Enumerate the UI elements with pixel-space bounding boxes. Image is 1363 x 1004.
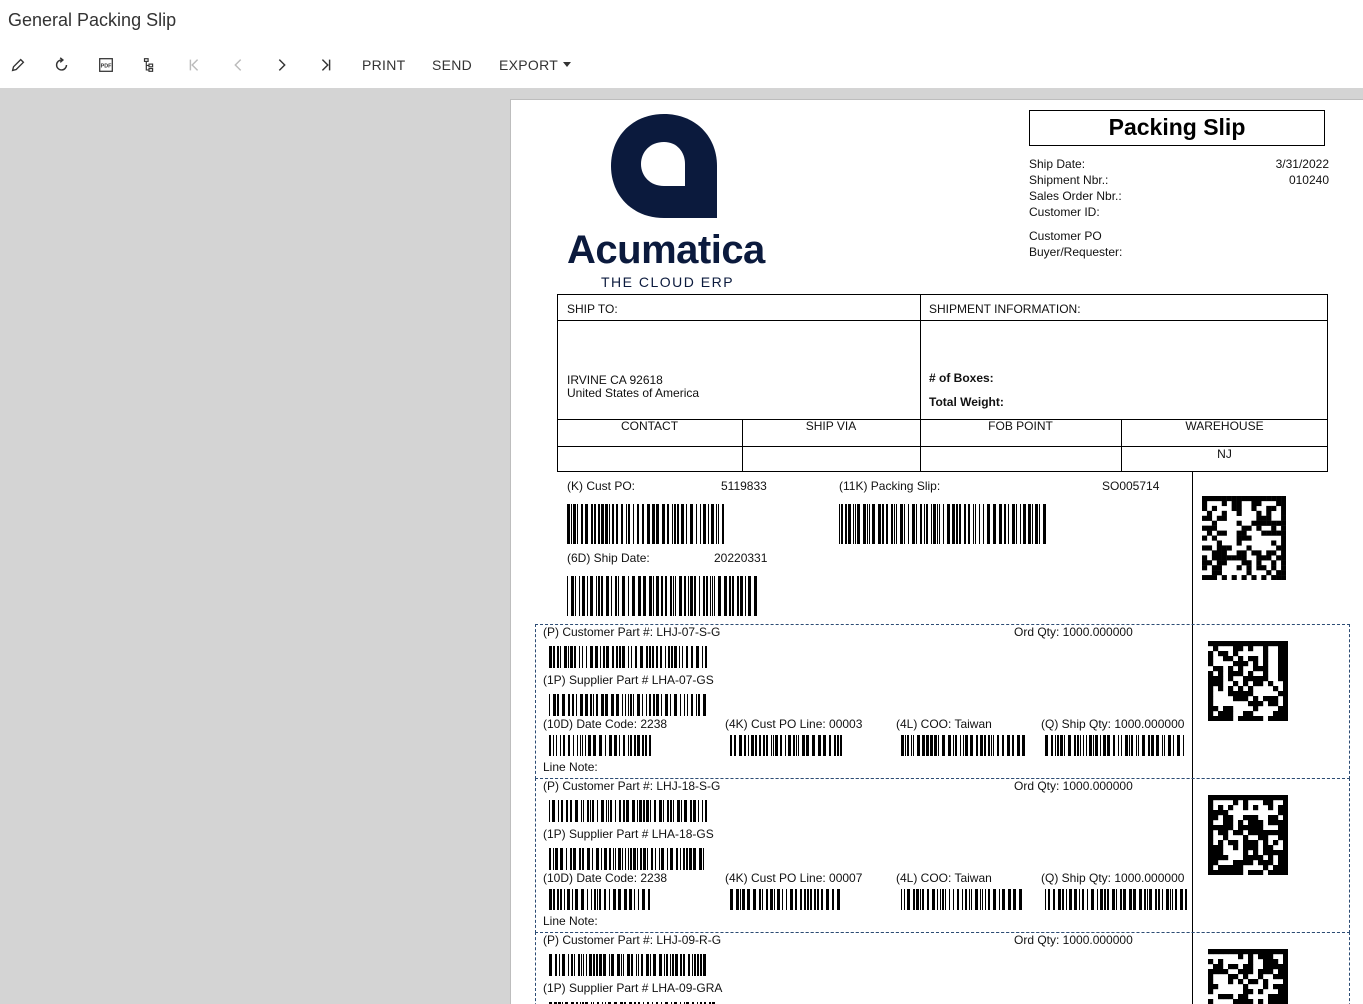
ord-qty-label: Ord Qty: 1000.000000 [1014,933,1133,947]
line-note-label: Line Note: [543,914,598,928]
boxes-label: # of Boxes: [929,371,994,385]
packing-slip-value: SO005714 [1102,479,1160,493]
customer-part-barcode [549,646,707,668]
send-button[interactable]: SEND [432,57,472,73]
ship-qty-barcode [1045,889,1187,910]
ship-via-header: SHIP VIA [805,419,857,433]
line-qr-code [1208,641,1289,726]
contact-header: CONTACT [620,419,679,433]
ship-to-label: SHIP TO: [567,302,618,316]
last-page-icon[interactable] [315,54,337,76]
coo-barcode [901,889,1025,910]
date-code-barcode [549,889,651,910]
sales-order-label: Sales Order Nbr.: [1029,189,1122,203]
report-toolbar: PDF PRINT SEND EXPORT [0,44,1363,86]
ord-qty-label: Ord Qty: 1000.000000 [1014,625,1133,639]
export-label: EXPORT [499,57,559,73]
line-qr-code [1208,949,1289,1004]
ship-qty-label: (Q) Ship Qty: 1000.000000 [1041,871,1185,885]
weight-label: Total Weight: [929,395,1004,409]
next-page-icon[interactable] [271,54,293,76]
cust-po-line-barcode [730,735,842,756]
export-dropdown[interactable]: EXPORT [499,57,572,73]
warehouse-value: NJ [1217,447,1232,461]
cust-po-line-label: (4K) Cust PO Line: 00007 [725,871,863,885]
line-note-label: Line Note: [543,760,598,774]
refresh-icon[interactable] [51,54,73,76]
buyer-label: Buyer/Requester: [1029,245,1123,259]
coo-label: (4L) COO: Taiwan [896,871,992,885]
chevron-down-icon [563,61,572,67]
supplier-part-barcode [549,694,707,716]
shipment-nbr-value: 010240 [1288,173,1329,187]
report-title: Packing Slip [1029,110,1325,146]
ord-qty-label: Ord Qty: 1000.000000 [1014,779,1133,793]
customer-id-label: Customer ID: [1029,205,1100,219]
divider [557,320,1328,321]
date-code-label: (10D) Date Code: 2238 [543,871,668,885]
supplier-part-barcode [549,848,707,870]
pencil-icon[interactable] [7,54,29,76]
fob-point-header: FOB POINT [988,419,1053,433]
customer-po-label: Customer PO [1029,229,1102,243]
date-code-label: (10D) Date Code: 2238 [543,717,668,731]
line-qr-code [1208,795,1289,880]
cust-po-line-label: (4K) Cust PO Line: 00003 [725,717,863,731]
cust-po-line-barcode [730,889,842,910]
packing-slip-label: (11K) Packing Slip: [839,479,941,493]
logo-tagline: THE CLOUD ERP [601,274,735,290]
ship-date-code-label: (6D) Ship Date: [567,551,650,565]
packing-slip-barcode [839,504,1047,544]
prev-page-icon[interactable] [227,54,249,76]
logo-wordmark: Acumatica [567,228,765,272]
customer-part-label: (P) Customer Part #: LHJ-09-R-G [543,933,722,947]
tree-icon[interactable] [138,54,160,76]
customer-part-label: (P) Customer Part #: LHJ-07-S-G [543,625,721,639]
customer-part-label: (P) Customer Part #: LHJ-18-S-G [543,779,721,793]
report-viewer[interactable]: Acumatica THE CLOUD ERP Packing Slip Shi… [0,88,1363,1004]
customer-part-barcode [549,954,707,976]
svg-text:PDF: PDF [101,63,112,69]
report-page: Acumatica THE CLOUD ERP Packing Slip Shi… [510,99,1363,1004]
ship-date-barcode [567,576,759,616]
logo-mark-icon [611,114,717,218]
ship-date-label: Ship Date: [1029,157,1086,171]
divider [920,294,921,472]
cust-po-label: (K) Cust PO: [567,479,636,493]
cust-po-value: 5119833 [721,479,767,493]
page-title: General Packing Slip [8,10,177,30]
customer-part-barcode [549,800,707,822]
pdf-icon[interactable]: PDF [95,54,117,76]
coo-barcode [901,735,1025,756]
cust-po-barcode [567,504,727,544]
address-line-2: United States of America [567,386,700,400]
supplier-part-label: (1P) Supplier Part # LHA-09-GRA [543,981,723,995]
coo-label: (4L) COO: Taiwan [896,717,992,731]
shipment-info-label: SHIPMENT INFORMATION: [929,302,1081,316]
supplier-part-label: (1P) Supplier Part # LHA-18-GS [543,827,714,841]
supplier-part-label: (1P) Supplier Part # LHA-07-GS [543,673,714,687]
shipment-nbr-label: Shipment Nbr.: [1029,173,1109,187]
ship-qty-barcode [1045,735,1187,756]
print-button[interactable]: PRINT [362,57,406,73]
ship-date-code-value: 20220331 [714,551,768,565]
ship-date-value: 3/31/2022 [1275,157,1329,171]
first-page-icon[interactable] [183,54,205,76]
ship-qty-label: (Q) Ship Qty: 1000.000000 [1041,717,1185,731]
address-line-1: IRVINE CA 92618 [567,373,663,387]
warehouse-header: WAREHOUSE [1185,419,1264,433]
date-code-barcode [549,735,651,756]
header-qr-code [1202,496,1287,585]
